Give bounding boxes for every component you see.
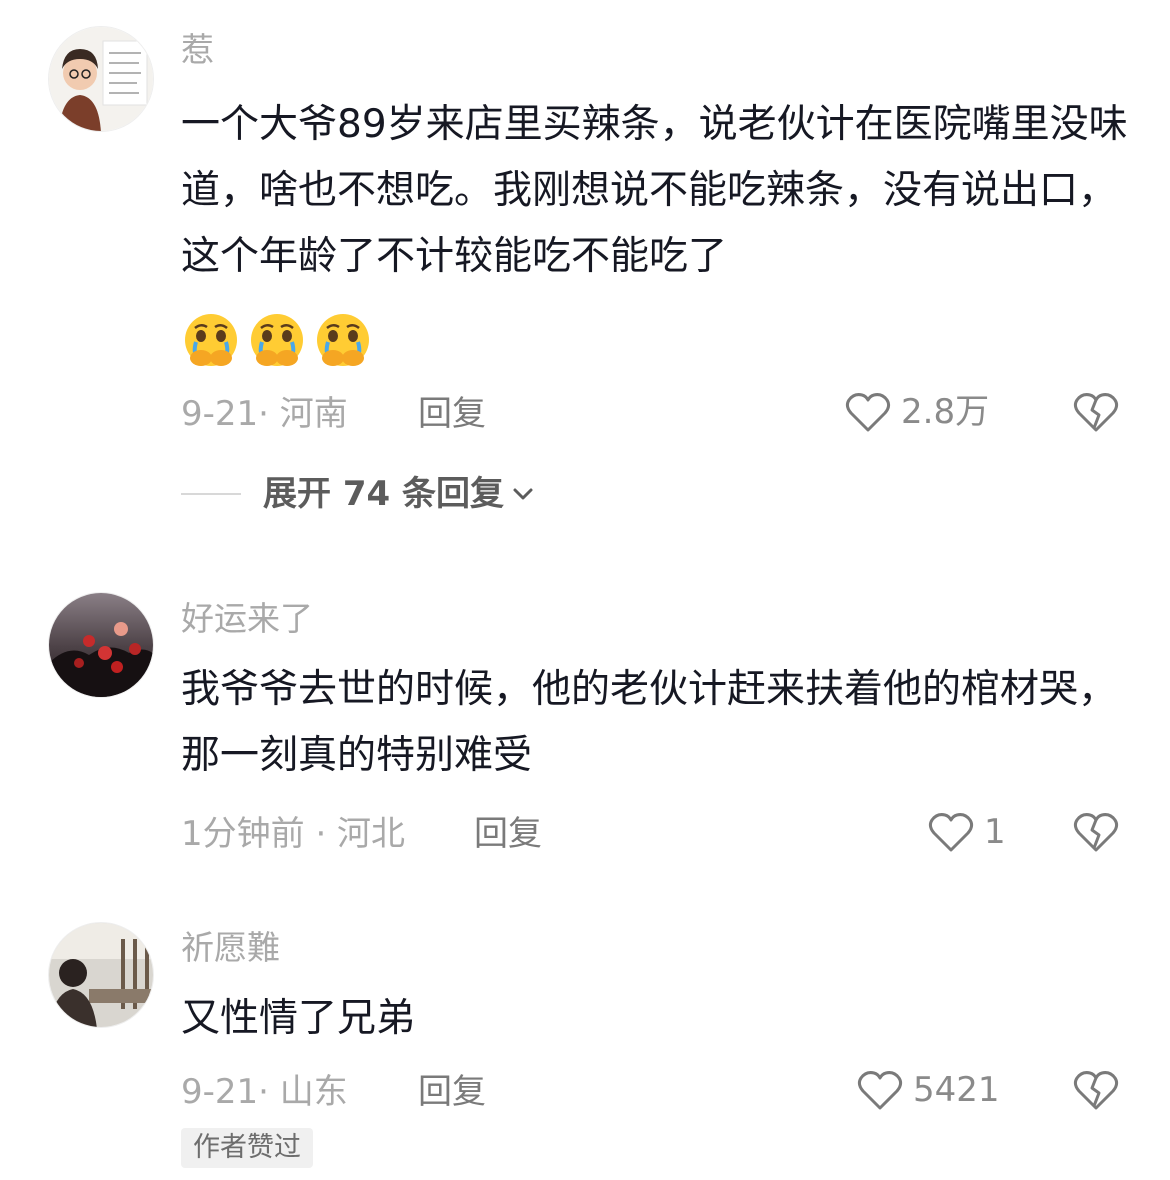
expand-replies-label: 展开 74 条回复 bbox=[263, 474, 504, 514]
like-button[interactable]: 5421 bbox=[857, 1069, 1000, 1111]
comment-meta: 9-21· 河南 bbox=[181, 394, 348, 434]
comment-text: 又性情了兄弟 bbox=[181, 996, 416, 1041]
username[interactable]: 祈愿難 bbox=[181, 928, 280, 968]
crying-covering-mouth-emoji bbox=[251, 314, 303, 366]
reply-button[interactable]: 回复 bbox=[418, 394, 486, 434]
crying-covering-mouth-emoji bbox=[185, 314, 237, 366]
heart-outline-icon bbox=[928, 813, 974, 852]
reply-button[interactable]: 回复 bbox=[474, 814, 542, 854]
broken-heart-icon bbox=[1073, 813, 1119, 852]
dislike-button[interactable] bbox=[1073, 390, 1119, 434]
emoji-row bbox=[181, 312, 373, 372]
crying-covering-mouth-emoji bbox=[317, 314, 369, 366]
like-button[interactable]: 2.8万 bbox=[845, 391, 989, 433]
avatar-image bbox=[49, 27, 153, 131]
comment-list: 惹 一个大爷89岁来店里买辣条，说老伙计在医院嘴里没味道，啥也不想吃。我刚想说不… bbox=[0, 0, 1170, 1180]
broken-heart-icon bbox=[1073, 1071, 1119, 1110]
username[interactable]: 惹 bbox=[181, 30, 214, 70]
avatar-image bbox=[49, 593, 153, 697]
broken-heart-icon bbox=[1073, 393, 1119, 432]
expand-replies-button[interactable]: 展开 74 条回复 bbox=[181, 474, 536, 514]
like-count: 5421 bbox=[913, 1070, 1000, 1110]
comment-text: 我爷爷去世的时候，他的老伙计赶来扶着他的棺材哭，那一刻真的特别难受 bbox=[181, 667, 1118, 778]
avatar[interactable] bbox=[48, 26, 154, 132]
username[interactable]: 好运来了 bbox=[181, 599, 313, 639]
avatar[interactable] bbox=[48, 922, 154, 1028]
heart-outline-icon bbox=[857, 1071, 903, 1110]
dislike-button[interactable] bbox=[1073, 810, 1119, 854]
comment-meta: 9-21· 山东 bbox=[181, 1072, 348, 1112]
comment-text: 一个大爷89岁来店里买辣条，说老伙计在医院嘴里没味道，啥也不想吃。我刚想说不能吃… bbox=[181, 102, 1128, 279]
reply-button[interactable]: 回复 bbox=[418, 1072, 486, 1112]
avatar-image bbox=[49, 923, 153, 1027]
like-count: 1 bbox=[984, 812, 1006, 852]
heart-outline-icon bbox=[845, 393, 891, 432]
like-count: 2.8万 bbox=[901, 392, 990, 432]
dislike-button[interactable] bbox=[1073, 1068, 1119, 1112]
avatar[interactable] bbox=[48, 592, 154, 698]
expand-divider bbox=[181, 493, 241, 495]
like-button[interactable]: 1 bbox=[928, 811, 1006, 853]
comment-meta: 1分钟前 · 河北 bbox=[181, 814, 406, 854]
chevron-down-icon bbox=[513, 488, 533, 500]
author-liked-badge: 作者赞过 bbox=[181, 1128, 313, 1168]
